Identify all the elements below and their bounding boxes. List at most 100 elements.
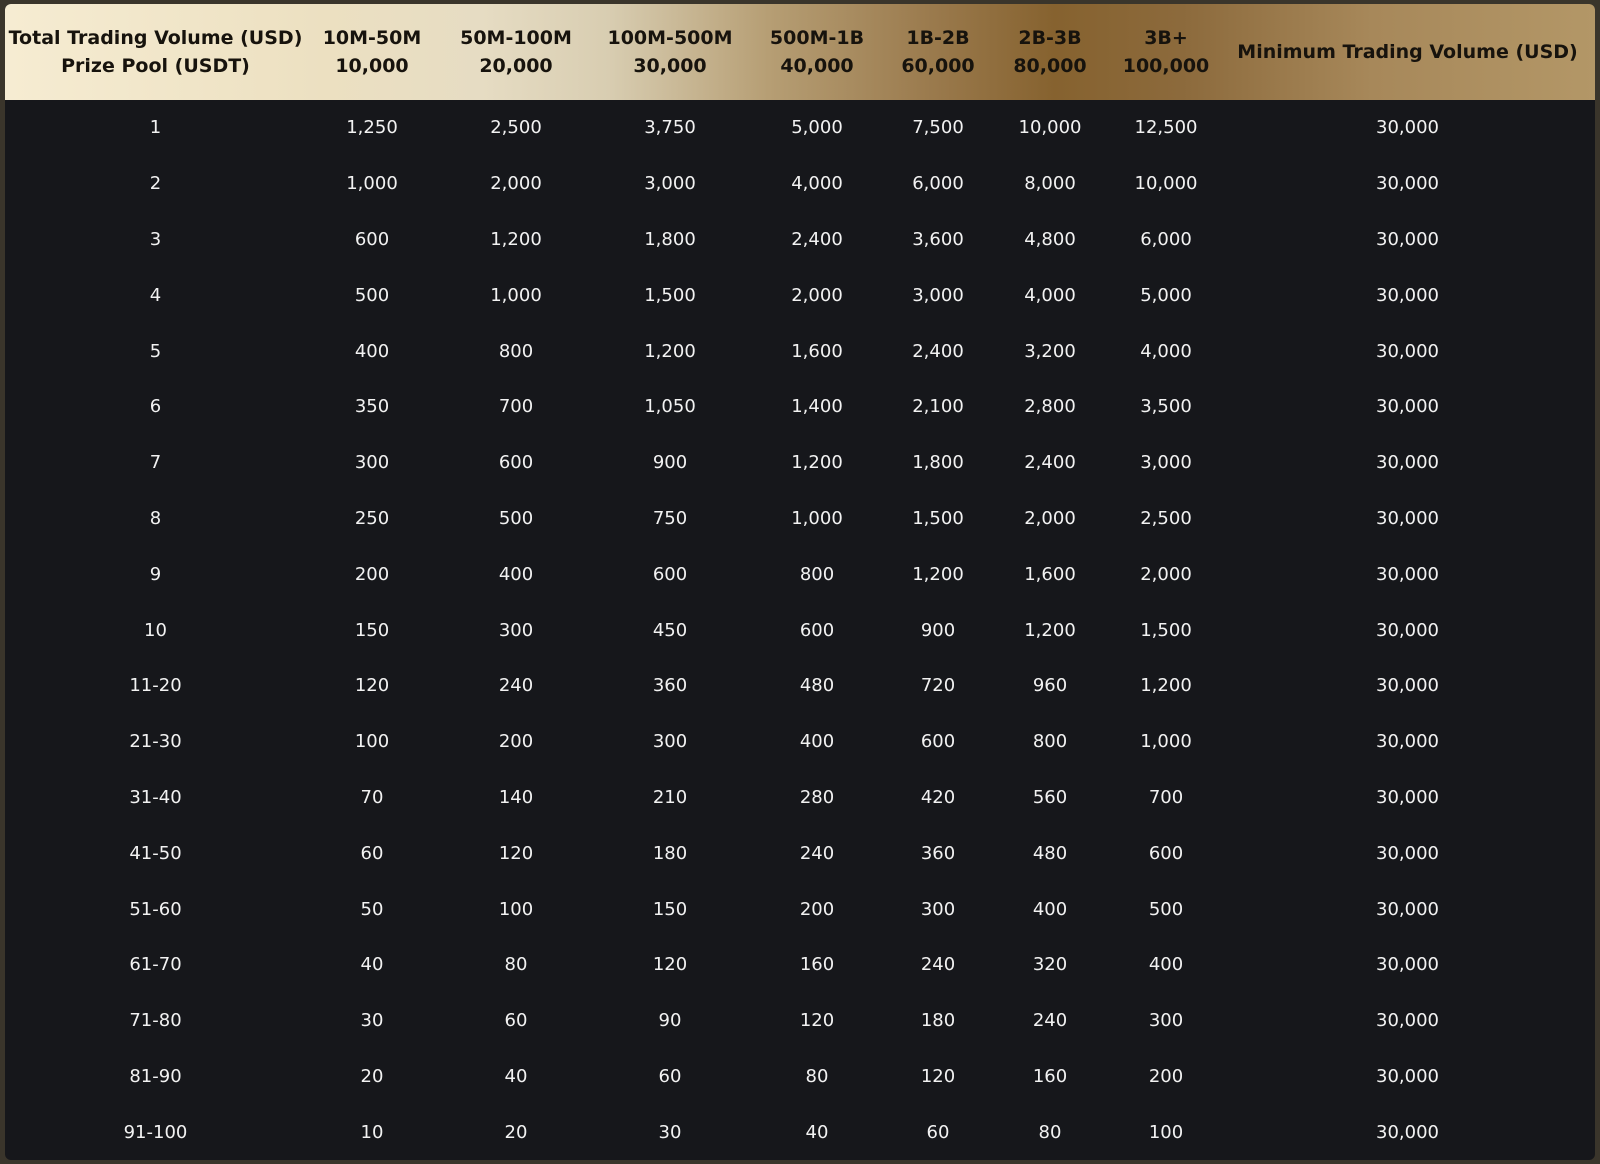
rank-cell: 10 — [144, 619, 167, 641]
table-row: 2 1,000 2,000 3,000 4,000 6,000 8,000 10,000 30,… — [5, 156, 1595, 212]
rank-cell: 61-70 — [129, 954, 182, 976]
min-volume-cell: 30,000 — [1376, 284, 1439, 306]
tier-prize-pool-value: 40,000 — [780, 55, 854, 77]
prize-cell: 60 — [504, 1010, 528, 1032]
table-row: 1 1,250 2,500 3,750 5,000 7,500 10,000 12,500 30… — [5, 100, 1595, 156]
min-volume-cell: 30,000 — [1376, 786, 1439, 808]
prize-cell: 3,200 — [1024, 340, 1076, 362]
prize-cell: 600 — [1148, 842, 1184, 864]
prize-cell: 3,750 — [644, 117, 696, 139]
prize-cell: 12,500 — [1134, 117, 1198, 139]
prize-cell: 420 — [920, 786, 956, 808]
prize-cell: 100 — [498, 898, 534, 920]
table-body: 1 1,250 2,500 3,750 5,000 7,500 10,000 12,500 30… — [5, 100, 1595, 1160]
rank-cell: 5 — [149, 340, 162, 362]
table-row: 8 250 500 750 1,000 1,500 2,000 2,500 30,000 — [5, 491, 1595, 547]
prize-cell: 6,000 — [1140, 228, 1192, 250]
prize-cell: 2,400 — [912, 340, 964, 362]
prize-cell: 1,200 — [644, 340, 696, 362]
prize-cell: 140 — [498, 786, 534, 808]
prize-cell: 40 — [504, 1065, 528, 1087]
prize-cell: 120 — [920, 1065, 956, 1087]
min-volume-cell: 30,000 — [1376, 396, 1439, 418]
prize-cell: 300 — [1148, 1010, 1184, 1032]
prize-cell: 480 — [799, 675, 835, 697]
prize-cell: 8,000 — [1024, 173, 1076, 195]
prize-cell: 1,500 — [644, 284, 696, 306]
prize-cell: 240 — [799, 842, 835, 864]
prize-cell: 700 — [498, 396, 534, 418]
prize-cell: 750 — [652, 507, 688, 529]
table-row: 51-60 50 100 150 200 300 400 500 30,000 — [5, 881, 1595, 937]
prize-cell: 960 — [1032, 675, 1068, 697]
prize-cell: 300 — [652, 731, 688, 753]
prize-cell: 360 — [652, 675, 688, 697]
prize-cell: 480 — [1032, 842, 1068, 864]
prize-cell: 1,800 — [644, 228, 696, 250]
tier-range-label: 500M-1B — [769, 27, 865, 49]
prize-cell: 70 — [360, 786, 384, 808]
prize-cell: 200 — [799, 898, 835, 920]
prize-cell: 300 — [354, 452, 390, 474]
prize-cell: 90 — [658, 1010, 682, 1032]
tier-prize-pool-value: 30,000 — [633, 55, 707, 77]
prize-cell: 450 — [652, 619, 688, 641]
header-tier-6: 2B-3B 80,000 — [988, 4, 1112, 100]
prize-cell: 60 — [926, 1121, 950, 1143]
prize-cell: 2,000 — [1024, 507, 1076, 529]
table-row: 5 400 800 1,200 1,600 2,400 3,200 4,000 30,000 — [5, 323, 1595, 379]
table-row: 31-40 70 140 210 280 420 560 700 30,000 — [5, 770, 1595, 826]
min-volume-cell: 30,000 — [1376, 1121, 1439, 1143]
tier-range-label: 1B-2B — [906, 27, 970, 49]
rank-cell: 6 — [149, 396, 162, 418]
prize-cell: 7,500 — [912, 117, 964, 139]
prize-cell: 2,800 — [1024, 396, 1076, 418]
prize-cell: 60 — [658, 1065, 682, 1087]
prize-cell: 4,000 — [1140, 340, 1192, 362]
prize-cell: 400 — [498, 563, 534, 585]
prize-cell: 5,000 — [791, 117, 843, 139]
rank-cell: 2 — [149, 173, 162, 195]
prize-cell: 4,000 — [1024, 284, 1076, 306]
header-rank-column: Total Trading Volume (USD) Prize Pool (U… — [5, 4, 306, 100]
table-row: 71-80 30 60 90 120 180 240 300 30,000 — [5, 993, 1595, 1049]
prize-cell: 20 — [504, 1121, 528, 1143]
prize-cell: 180 — [920, 1010, 956, 1032]
rank-cell: 1 — [149, 117, 162, 139]
prize-cell: 350 — [354, 396, 390, 418]
prize-cell: 200 — [1148, 1065, 1184, 1087]
prize-cell: 120 — [354, 675, 390, 697]
prize-cell: 160 — [799, 954, 835, 976]
prize-cell: 1,200 — [912, 563, 964, 585]
prize-cell: 60 — [360, 842, 384, 864]
min-volume-cell: 30,000 — [1376, 954, 1439, 976]
min-volume-cell: 30,000 — [1376, 563, 1439, 585]
rank-cell: 41-50 — [129, 842, 182, 864]
tier-prize-pool-value: 20,000 — [479, 55, 553, 77]
prize-cell: 1,800 — [912, 452, 964, 474]
prize-cell: 400 — [799, 731, 835, 753]
header-tier-5: 1B-2B 60,000 — [888, 4, 988, 100]
min-volume-cell: 30,000 — [1376, 173, 1439, 195]
prize-cell: 1,050 — [644, 396, 696, 418]
rank-cell: 7 — [149, 452, 162, 474]
header-tier-4: 500M-1B 40,000 — [746, 4, 888, 100]
min-volume-cell: 30,000 — [1376, 619, 1439, 641]
prize-table-panel: Total Trading Volume (USD) Prize Pool (U… — [5, 4, 1595, 1160]
prize-cell: 180 — [652, 842, 688, 864]
prize-cell: 2,400 — [1024, 452, 1076, 474]
tier-range-label: 50M-100M — [460, 27, 572, 49]
prize-cell: 360 — [920, 842, 956, 864]
tier-range-label: 2B-3B — [1018, 27, 1082, 49]
prize-cell: 200 — [354, 563, 390, 585]
prize-cell: 3,000 — [1140, 452, 1192, 474]
min-volume-cell: 30,000 — [1376, 842, 1439, 864]
header-total-volume-label: Total Trading Volume (USD) — [8, 27, 303, 49]
prize-cell: 150 — [354, 619, 390, 641]
rank-cell: 11-20 — [129, 675, 182, 697]
prize-cell: 250 — [354, 507, 390, 529]
min-volume-cell: 30,000 — [1376, 117, 1439, 139]
prize-cell: 240 — [498, 675, 534, 697]
min-volume-cell: 30,000 — [1376, 1010, 1439, 1032]
prize-cell: 1,000 — [1140, 731, 1192, 753]
